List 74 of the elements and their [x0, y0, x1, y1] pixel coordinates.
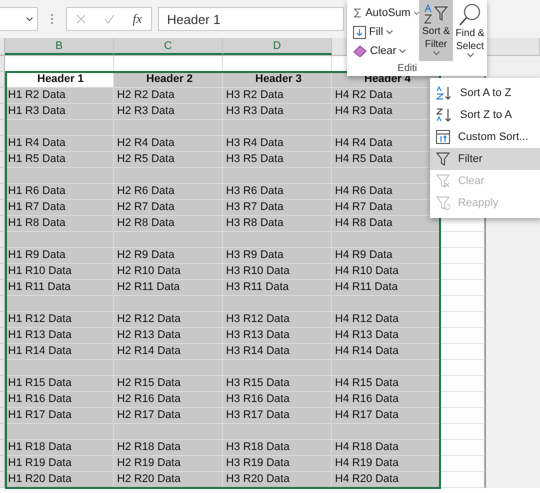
- table-cell: H1 R11 Data: [5, 280, 114, 296]
- table-cell: H2 R18 Data: [114, 440, 223, 456]
- table-cell: H4 R14 Data: [332, 344, 441, 360]
- table-cell: H3 R7 Data: [223, 200, 332, 216]
- header-cell: Header 3: [223, 72, 332, 88]
- table-cell: H2 R16 Data: [114, 392, 223, 408]
- table-cell: H4 R19 Data: [332, 456, 441, 472]
- table-cell: H3 R11 Data: [223, 280, 332, 296]
- table-cell: H3 R12 Data: [223, 312, 332, 328]
- table-cell: H3 R19 Data: [223, 456, 332, 472]
- table-cell: H4 R8 Data: [332, 216, 441, 232]
- table-cell: H1 R9 Data: [5, 248, 114, 264]
- table-cell: H3 R20 Data: [223, 472, 332, 488]
- table-cell: H2 R3 Data: [114, 104, 223, 120]
- table-cell: H4 R12 Data: [332, 312, 441, 328]
- table-cell: H2 R7 Data: [114, 200, 223, 216]
- table-cell: H3 R4 Data: [223, 136, 332, 152]
- table-cell: H1 R8 Data: [5, 216, 114, 232]
- table-cell: H1 R20 Data: [5, 472, 114, 488]
- table-cell: H2 R2 Data: [114, 88, 223, 104]
- table-cell: H2 R13 Data: [114, 328, 223, 344]
- table-cell: H3 R17 Data: [223, 408, 332, 424]
- table-cell: H2 R8 Data: [114, 216, 223, 232]
- table-cell: H2 R11 Data: [114, 280, 223, 296]
- table-cell: H1 R19 Data: [5, 456, 114, 472]
- table-cell: H2 R12 Data: [114, 312, 223, 328]
- table-cell: H2 R4 Data: [114, 136, 223, 152]
- table-cell: H1 R17 Data: [5, 408, 114, 424]
- table-cell: H4 R13 Data: [332, 328, 441, 344]
- table-cell: H4 R16 Data: [332, 392, 441, 408]
- table-cell: H1 R3 Data: [5, 104, 114, 120]
- table-cell: H1 R15 Data: [5, 376, 114, 392]
- table-cell: H2 R15 Data: [114, 376, 223, 392]
- table-cell: H3 R6 Data: [223, 184, 332, 200]
- table-cell: H4 R20 Data: [332, 472, 441, 488]
- table-cell: H3 R14 Data: [223, 344, 332, 360]
- table-cell: H4 R15 Data: [332, 376, 441, 392]
- header-cell: Header 1: [5, 72, 114, 88]
- table-cell: H1 R7 Data: [5, 200, 114, 216]
- table-cell: H4 R17 Data: [332, 408, 441, 424]
- table-cell: H3 R13 Data: [223, 328, 332, 344]
- table-cell: H2 R5 Data: [114, 152, 223, 168]
- table-cell: H2 R20 Data: [114, 472, 223, 488]
- table-cell: H2 R17 Data: [114, 408, 223, 424]
- table-cell: H2 R10 Data: [114, 264, 223, 280]
- table-cell: H3 R8 Data: [223, 216, 332, 232]
- table-cell: H1 R12 Data: [5, 312, 114, 328]
- table-cell: H4 R18 Data: [332, 440, 441, 456]
- table-cell: H1 R6 Data: [5, 184, 114, 200]
- table-cell: H1 R13 Data: [5, 328, 114, 344]
- group-label: Editi: [398, 63, 417, 74]
- table-cell: H1 R10 Data: [5, 264, 114, 280]
- table-cell: H3 R9 Data: [223, 248, 332, 264]
- table-cell: H2 R6 Data: [114, 184, 223, 200]
- header-cell: Header 2: [114, 72, 223, 88]
- table-cell: H4 R9 Data: [332, 248, 441, 264]
- table-cell: H2 R9 Data: [114, 248, 223, 264]
- table-cell: H2 R14 Data: [114, 344, 223, 360]
- table-cell: H2 R19 Data: [114, 456, 223, 472]
- table-cell: H3 R10 Data: [223, 264, 332, 280]
- table-cell: H3 R16 Data: [223, 392, 332, 408]
- table-cell: H1 R14 Data: [5, 344, 114, 360]
- table-cell: H1 R5 Data: [5, 152, 114, 168]
- table-cell: H1 R2 Data: [5, 88, 114, 104]
- table-cell: H4 R11 Data: [332, 280, 441, 296]
- table-cell: H3 R18 Data: [223, 440, 332, 456]
- table-cell: H1 R18 Data: [5, 440, 114, 456]
- table-cell: H3 R2 Data: [223, 88, 332, 104]
- table-cell: H3 R3 Data: [223, 104, 332, 120]
- table-cell: H4 R10 Data: [332, 264, 441, 280]
- table-cell: H1 R4 Data: [5, 136, 114, 152]
- table-cell: H3 R5 Data: [223, 152, 332, 168]
- table-cell: H3 R15 Data: [223, 376, 332, 392]
- table-cell: H1 R16 Data: [5, 392, 114, 408]
